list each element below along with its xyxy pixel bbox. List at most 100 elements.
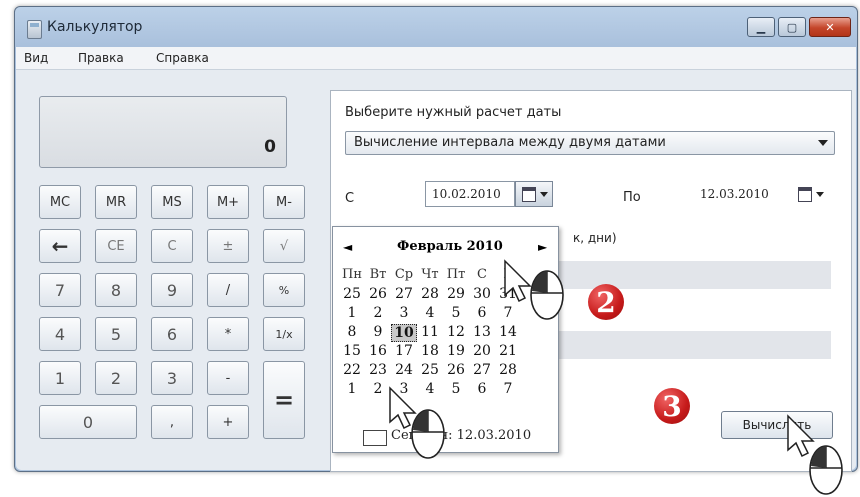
minimize-icon: ▁ [756, 20, 766, 34]
calendar-day[interactable]: 27 [391, 286, 417, 304]
calculation-mode-value: Вычисление интервала между двумя датами [354, 135, 666, 150]
key-3[interactable]: 3 [151, 361, 193, 395]
prev-month-button[interactable]: ◄ [343, 240, 352, 254]
key-4[interactable]: 4 [39, 317, 81, 351]
calendar-day[interactable]: 13 [469, 324, 495, 342]
key-0[interactable]: 0 [39, 405, 137, 439]
key-mr[interactable]: MR [95, 185, 137, 219]
calendar-day[interactable]: 18 [417, 343, 443, 361]
mouse-click-icon [389, 386, 445, 459]
calendar-day[interactable]: 9 [365, 324, 391, 342]
next-month-button[interactable]: ► [538, 240, 547, 254]
calendar-day[interactable]: 26 [443, 362, 469, 380]
calendar-day[interactable]: 19 [443, 343, 469, 361]
calculation-mode-select[interactable]: Вычисление интервала между двумя датами [345, 131, 835, 155]
minimize-button[interactable]: ▁ [747, 17, 775, 37]
step-2-badge: 2 [588, 284, 624, 320]
calendar-day[interactable]: 1 [339, 305, 365, 323]
key-8[interactable]: 8 [95, 273, 137, 307]
calendar-day[interactable]: 21 [495, 343, 521, 361]
menu-view[interactable]: Вид [24, 51, 48, 65]
menu-edit[interactable]: Правка [78, 51, 124, 65]
calendar-header: ◄ Февраль 2010 ► [333, 237, 558, 257]
chevron-down-icon [818, 140, 828, 146]
key-percent[interactable]: % [263, 273, 305, 307]
key-1[interactable]: 1 [39, 361, 81, 395]
calendar-day[interactable]: 28 [495, 362, 521, 380]
mouse-click-icon [787, 414, 843, 495]
key-6[interactable]: 6 [151, 317, 193, 351]
key-ce[interactable]: CE [95, 229, 137, 263]
result-row [551, 331, 831, 359]
key-mplus[interactable]: M+ [207, 185, 249, 219]
key-plusminus[interactable]: ± [207, 229, 249, 263]
calendar-month-title[interactable]: Февраль 2010 [397, 239, 503, 254]
calendar-day[interactable]: 7 [495, 381, 521, 399]
calendar-day[interactable]: 6 [469, 381, 495, 399]
key-decimal[interactable]: , [151, 405, 193, 439]
menu-bar: Вид Правка Справка [16, 47, 856, 70]
from-date-calendar-button[interactable] [515, 181, 553, 207]
close-icon: ✕ [825, 20, 835, 34]
calendar-day[interactable]: 16 [365, 343, 391, 361]
key-backspace[interactable]: ← [39, 229, 81, 263]
calendar-day[interactable]: 11 [417, 324, 443, 342]
from-date-field[interactable]: 10.02.2010 [425, 181, 515, 207]
key-mc[interactable]: MC [39, 185, 81, 219]
key-sqrt[interactable]: √ [263, 229, 305, 263]
key-minus[interactable]: - [207, 361, 249, 395]
step-3-badge: 3 [654, 388, 690, 424]
key-mminus[interactable]: M- [263, 185, 305, 219]
calendar-day[interactable]: 17 [391, 343, 417, 361]
calendar-day[interactable]: 14 [495, 324, 521, 342]
weekday-header: Чт [421, 267, 439, 282]
key-9[interactable]: 9 [151, 273, 193, 307]
calendar-day[interactable]: 25 [417, 362, 443, 380]
title-bar: Калькулятор ▁ ▢ ✕ [15, 7, 857, 47]
to-date-field[interactable]: 12.03.2010 [693, 181, 791, 207]
key-2[interactable]: 2 [95, 361, 137, 395]
maximize-button[interactable]: ▢ [778, 17, 806, 37]
result-caption: к, дни) [573, 231, 617, 245]
key-5[interactable]: 5 [95, 317, 137, 351]
to-date-calendar-button[interactable] [791, 181, 829, 207]
window-title: Калькулятор [47, 19, 143, 35]
weekday-header: С [477, 267, 487, 282]
key-reciprocal[interactable]: 1/x [263, 317, 305, 351]
calendar-day[interactable]: 26 [365, 286, 391, 304]
calendar-day[interactable]: 24 [391, 362, 417, 380]
calendar-day[interactable]: 22 [339, 362, 365, 380]
calculator-app-icon [27, 20, 42, 39]
weekday-header: Пт [446, 267, 466, 282]
calendar-day[interactable]: 1 [339, 381, 365, 399]
calendar-day[interactable]: 6 [469, 305, 495, 323]
key-ms[interactable]: MS [151, 185, 193, 219]
calendar-day[interactable]: 15 [339, 343, 365, 361]
key-plus[interactable]: + [207, 405, 249, 439]
result-row [551, 261, 831, 289]
close-button[interactable]: ✕ [809, 17, 851, 37]
calendar-day[interactable]: 23 [365, 362, 391, 380]
key-equals[interactable]: = [263, 361, 305, 439]
calendar-day[interactable]: 4 [417, 305, 443, 323]
key-7[interactable]: 7 [39, 273, 81, 307]
calendar-day[interactable]: 25 [339, 286, 365, 304]
calendar-day[interactable]: 2 [365, 305, 391, 323]
calendar-day[interactable]: 8 [339, 324, 365, 342]
key-c[interactable]: C [151, 229, 193, 263]
calendar-day[interactable]: 20 [469, 343, 495, 361]
menu-help[interactable]: Справка [156, 51, 209, 65]
calendar-day[interactable]: 10 [391, 324, 417, 342]
calendar-day[interactable]: 29 [443, 286, 469, 304]
calendar-day[interactable]: 28 [417, 286, 443, 304]
key-multiply[interactable]: * [207, 317, 249, 351]
calendar-day[interactable]: 12 [443, 324, 469, 342]
from-label: С [345, 191, 355, 206]
chevron-down-icon [540, 192, 548, 197]
weekday-header: Вт [369, 267, 387, 282]
calendar-day[interactable]: 30 [469, 286, 495, 304]
calendar-day[interactable]: 27 [469, 362, 495, 380]
key-divide[interactable]: / [207, 273, 249, 307]
calendar-day[interactable]: 3 [391, 305, 417, 323]
calendar-day[interactable]: 5 [443, 305, 469, 323]
